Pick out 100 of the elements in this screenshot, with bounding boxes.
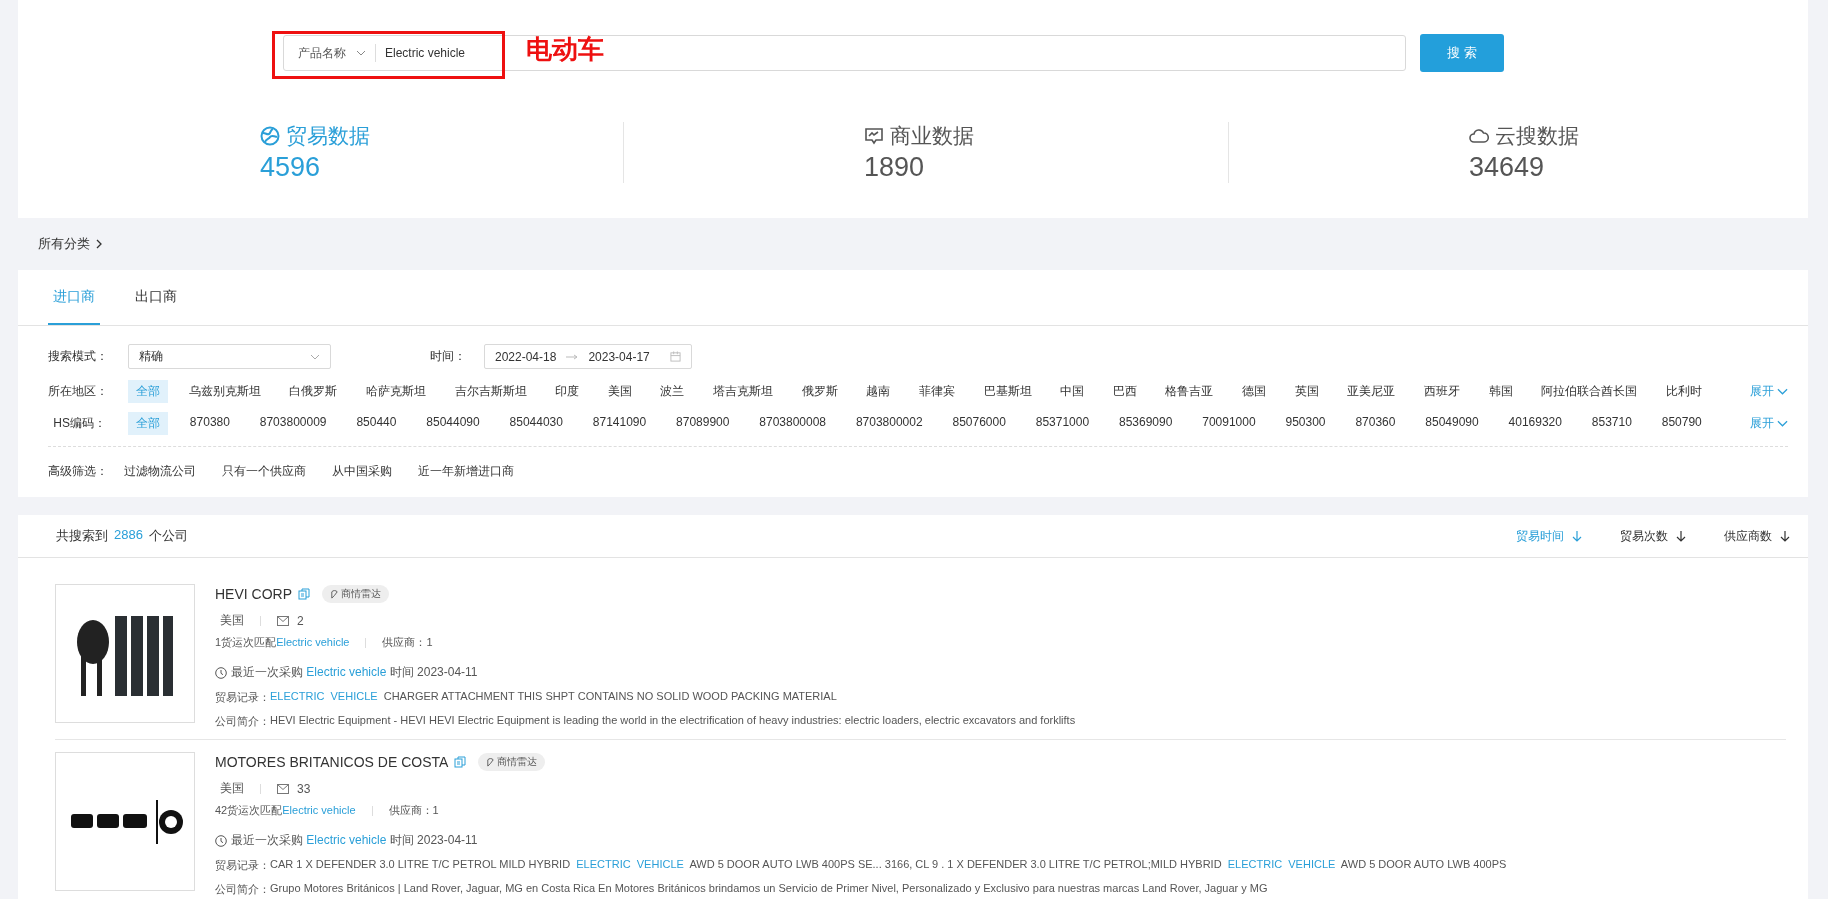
filter-option[interactable]: 只有一个供应商	[222, 462, 306, 480]
filter-tag[interactable]: 850440	[348, 411, 405, 435]
filter-tag[interactable]: 85371000	[1027, 411, 1098, 435]
filter-tag[interactable]: 85369090	[1111, 411, 1181, 435]
arrow-down-icon	[1780, 530, 1790, 542]
intro-label: 公司简介：	[215, 714, 270, 729]
chevron-down-icon	[1777, 387, 1788, 395]
last-purchase: 最近一次采购 Electric vehicle 时间 2023-04-11	[231, 664, 478, 681]
filter-tag[interactable]: 870360	[1347, 411, 1404, 435]
radar-badge[interactable]: 商情雷达	[478, 753, 546, 771]
sort-option[interactable]: 供应商数	[1724, 527, 1790, 545]
copy-icon[interactable]	[298, 588, 310, 600]
filter-option[interactable]: 近一年新增进口商	[418, 462, 514, 480]
breadcrumb-link[interactable]: 所有分类	[38, 235, 90, 253]
filter-tag[interactable]: 巴基斯坦	[975, 379, 1040, 403]
filter-tag[interactable]: 70091000	[1194, 411, 1264, 435]
company-name[interactable]: HEVI CORP	[215, 586, 292, 602]
filter-tag[interactable]: 俄罗斯	[793, 379, 846, 403]
filter-tag[interactable]: 8703800008	[751, 411, 835, 435]
clock-icon	[215, 834, 227, 847]
field-label: 所在地区：	[48, 382, 106, 400]
chevron-right-icon	[96, 239, 102, 249]
filter-tag[interactable]: 越南	[858, 379, 899, 403]
filter-tag[interactable]: 亚美尼亚	[1339, 379, 1404, 403]
field-select[interactable]: 产品名称	[284, 44, 346, 62]
stat-value: 34649	[1469, 152, 1546, 183]
filter-tag[interactable]: 85076000	[944, 411, 1014, 435]
filter-tag[interactable]: 乌兹别克斯坦	[180, 379, 269, 403]
filter-tag[interactable]: 白俄罗斯	[281, 379, 346, 403]
company-intro: Grupo Motores Británicos | Land Rover, Jaguar, MG en Costa Rica En Motores Británicos brindamos un Servicio de Primer Nivel, Personalizado y Exclusivo para nuestras marcas Land Rover, Jaguar y MG	[270, 882, 1268, 896]
calendar-icon	[670, 351, 681, 362]
intro-label: 公司简介：	[215, 882, 270, 897]
record-label: 贸易记录：	[215, 690, 270, 705]
arrow-right-icon	[566, 353, 579, 360]
field-label: 搜索模式：	[48, 348, 106, 365]
filter-tag[interactable]: 比利时	[1657, 379, 1710, 403]
filter-tag[interactable]: 西班牙	[1415, 379, 1468, 403]
filter-tag[interactable]: 87089900	[668, 411, 738, 435]
field-label: 高级筛选：	[48, 462, 106, 480]
mode-select[interactable]: 精确	[128, 344, 331, 369]
sort-option[interactable]: 贸易次数	[1620, 527, 1686, 545]
email-count: 2	[297, 613, 304, 628]
mail-icon	[277, 615, 289, 626]
filter-tag[interactable]: 哈萨克斯坦	[357, 379, 434, 403]
filter-tag[interactable]: 87141090	[584, 411, 655, 435]
radar-badge[interactable]: 商情雷达	[322, 585, 389, 603]
filter-tag[interactable]: 85044030	[501, 411, 571, 435]
date-range-field[interactable]: 2022-04-18 2023-04-17	[484, 344, 692, 369]
company-name[interactable]: MOTORES BRITANICOS DE COSTA	[215, 754, 449, 770]
stat-label[interactable]: 商业数据	[890, 122, 974, 150]
last-purchase: 最近一次采购 Electric vehicle 时间 2023-04-11	[231, 832, 478, 849]
copy-icon[interactable]	[454, 756, 467, 768]
filter-tag[interactable]: 950300	[1277, 411, 1334, 435]
filter-tag[interactable]: 85044090	[418, 411, 488, 435]
filter-tag[interactable]: 850790	[1653, 411, 1710, 435]
supplier-count: 供应商：1	[382, 635, 433, 650]
filter-tag[interactable]: 阿拉伯联合酋长国	[1533, 379, 1646, 403]
filter-tag[interactable]: 塔吉克斯坦	[705, 379, 781, 403]
chevron-down-icon	[356, 50, 366, 56]
email-count: 33	[297, 781, 311, 796]
filter-tag[interactable]: 波兰	[652, 379, 693, 403]
stat-value: 4596	[260, 152, 322, 183]
filter-tag[interactable]: 美国	[599, 379, 640, 403]
arrow-down-icon	[1572, 530, 1582, 542]
filter-tag[interactable]: 印度	[547, 379, 588, 403]
shipment-match: 1货运次匹配Electric vehicle	[215, 635, 350, 650]
shipment-match: 42货运次匹配Electric vehicle	[215, 803, 356, 818]
result-count-label: 个公司	[148, 527, 188, 545]
filter-option[interactable]: 从中国采购	[332, 462, 392, 480]
filter-tag[interactable]: 8703800002	[847, 411, 931, 435]
filter-tag[interactable]: 德国	[1234, 379, 1274, 403]
filter-tag[interactable]: 中国	[1052, 379, 1093, 403]
chevron-down-icon	[310, 353, 320, 360]
result-count-label: 共搜索到	[56, 527, 108, 545]
chevron-down-icon	[1777, 419, 1788, 427]
mail-icon	[277, 783, 289, 794]
filter-tag[interactable]: 40169320	[1500, 411, 1570, 435]
filter-tag[interactable]: 菲律宾	[910, 379, 963, 403]
filter-tag[interactable]: 英国	[1286, 379, 1327, 403]
company-country: 美国	[220, 780, 244, 797]
filter-option[interactable]: 过滤物流公司	[124, 462, 196, 480]
result-count: 2886	[114, 527, 143, 544]
filter-tag[interactable]: 853710	[1583, 411, 1640, 435]
field-label: HS编码：	[52, 414, 106, 432]
stat-label[interactable]: 云搜数据	[1495, 122, 1579, 150]
company-country: 美国	[220, 612, 244, 629]
company-intro: HEVI Electric Equipment - HEVI HEVI Electric Equipment is leading the world in the electrification of heavy industries: electric loaders, electric excavators and forklifts	[270, 714, 1076, 728]
field-label: 时间：	[430, 348, 466, 365]
filter-tag[interactable]: 8703800009	[251, 411, 335, 435]
tab[interactable]: 出口商	[130, 270, 182, 325]
filter-tag[interactable]: 85049090	[1417, 411, 1487, 435]
filter-tag[interactable]: 格鲁吉亚	[1157, 379, 1222, 403]
filter-tag[interactable]: 870380	[181, 411, 238, 435]
clock-icon	[215, 666, 227, 679]
arrow-down-icon	[1676, 530, 1686, 542]
trade-record: ELECTRIC VEHICLE CHARGER ATTACHMENT THIS SHPT CONTAINS NO SOLID WOOD PACKING MATERIAL	[270, 690, 837, 704]
filter-tag[interactable]: 韩国	[1480, 379, 1521, 403]
filter-tag[interactable]: 吉尔吉斯斯坦	[446, 379, 535, 403]
chat-icon	[864, 126, 884, 146]
filter-tag[interactable]: 巴西	[1104, 379, 1145, 403]
